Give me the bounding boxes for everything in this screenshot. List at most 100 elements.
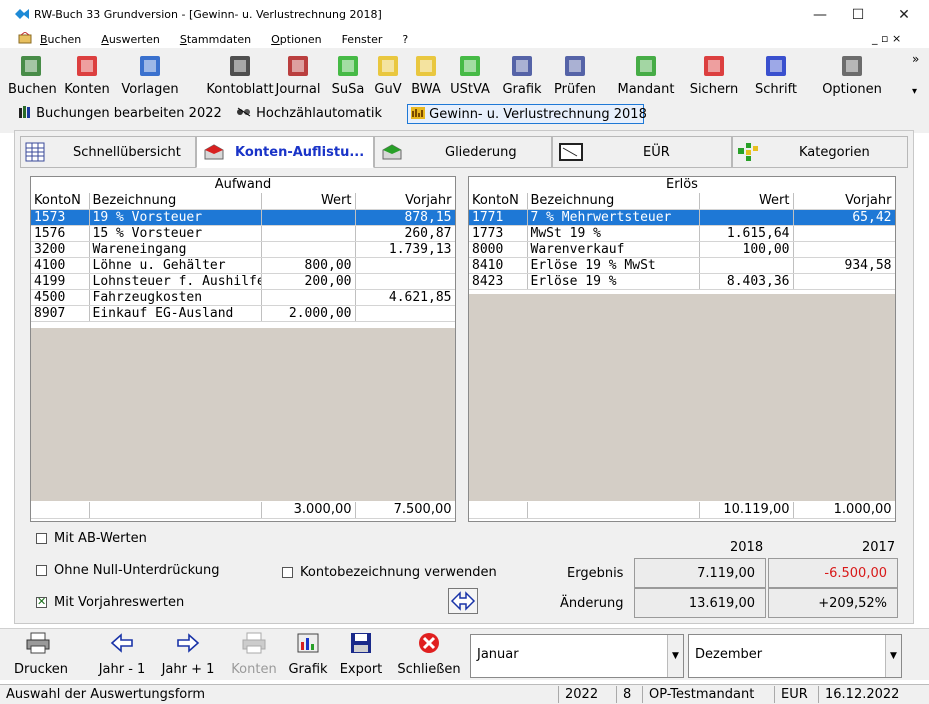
result-year-current: 2018 bbox=[730, 540, 764, 555]
menu-stammdaten[interactable]: Stammdaten bbox=[180, 33, 251, 46]
column-header[interactable]: Vorjahr bbox=[793, 193, 895, 210]
table-row[interactable]: 1573 19 % Vorsteuer 878,15 bbox=[31, 209, 455, 226]
doc-tab-buchungen[interactable]: Buchungen bearbeiten 2022 bbox=[18, 104, 222, 124]
table-cell: 8423 bbox=[469, 273, 528, 290]
toolbar-grafik-button[interactable]: Grafik bbox=[496, 52, 548, 104]
column-header[interactable]: KontoN bbox=[469, 193, 528, 210]
arrow-left-icon bbox=[110, 633, 133, 653]
maximize-button[interactable]: ☐ bbox=[840, 4, 876, 26]
kontobezeichnung-checkbox[interactable]: Kontobezeichnung verwenden bbox=[282, 565, 497, 581]
tab-eur[interactable]: EÜR bbox=[552, 136, 732, 168]
mit-ab-werten-checkbox[interactable]: Mit AB-Werten bbox=[36, 531, 147, 547]
guv-report-icon bbox=[378, 56, 398, 76]
toolbar-mandant-button[interactable]: Mandant bbox=[610, 52, 682, 104]
chevron-down-icon[interactable]: ▼ bbox=[885, 635, 901, 677]
toolbar-ustva-button[interactable]: UStVA bbox=[444, 52, 496, 104]
table-cell: MwSt 19 % bbox=[527, 225, 700, 242]
column-header[interactable]: KontoN bbox=[31, 193, 90, 210]
column-header[interactable]: Bezeichnung bbox=[527, 193, 700, 210]
toolbar-schrift-button[interactable]: Schrift bbox=[746, 52, 806, 104]
swap-button[interactable] bbox=[448, 588, 478, 614]
from-month-select[interactable]: Januar ▼ bbox=[470, 634, 684, 678]
table-row[interactable]: 8410 Erlöse 19 % MwSt 934,58 bbox=[469, 257, 895, 274]
toolbar-bwa-button[interactable]: BWA bbox=[406, 52, 446, 104]
button-label: Grafik bbox=[288, 662, 328, 677]
menu-buchen[interactable]: Buchen bbox=[40, 33, 81, 46]
grafik-button[interactable]: Grafik bbox=[284, 632, 332, 678]
erloes-total-wert: 10.119,00 bbox=[699, 502, 794, 519]
ergebnis-previous: -6.500,00 bbox=[768, 558, 898, 588]
checkbox-box[interactable] bbox=[36, 595, 47, 608]
column-header[interactable]: Wert bbox=[699, 193, 794, 210]
toolbar-susa-button[interactable]: SuSa bbox=[328, 52, 368, 104]
table-cell: 1773 bbox=[469, 225, 528, 242]
aenderung-percent: +209,52% bbox=[768, 588, 898, 618]
table-row[interactable]: 1773 MwSt 19 % 1.615,64 bbox=[469, 225, 895, 242]
toolbar-kontoblatt-button[interactable]: Kontoblatt bbox=[202, 52, 278, 104]
toolbar-sichern-button[interactable]: Sichern bbox=[680, 52, 748, 104]
checkbox-box[interactable] bbox=[36, 533, 47, 544]
mit-vorjahreswerten-checkbox[interactable]: Mit Vorjahreswerten bbox=[36, 595, 184, 611]
schrift-icon bbox=[766, 56, 786, 76]
table-row[interactable]: 1771 7 % Mehrwertsteuer 65,42 bbox=[469, 209, 895, 226]
doc-tab-guv[interactable]: Gewinn- u. Verlustrechnung 2018 bbox=[407, 104, 647, 124]
toolbar-vorlagen-button[interactable]: Vorlagen bbox=[112, 52, 188, 104]
accounts-box-icon bbox=[204, 144, 224, 160]
menu-fenster[interactable]: Fenster bbox=[342, 33, 383, 46]
table-row[interactable]: 4500 Fahrzeugkosten 4.621,85 bbox=[31, 289, 455, 306]
doc-tab-label: Hochzählautomatik bbox=[256, 106, 383, 121]
tab-konten-auflistung[interactable]: Konten-Auflistu... bbox=[196, 136, 374, 168]
toolbar-konten-button[interactable]: Konten bbox=[58, 52, 116, 104]
table-row[interactable]: 3200 Wareneingang 1.739,13 bbox=[31, 241, 455, 258]
table-row[interactable]: 4100 Löhne u. Gehälter 800,00 bbox=[31, 257, 455, 274]
table-row[interactable]: 1576 15 % Vorsteuer 260,87 bbox=[31, 225, 455, 242]
doc-tab-hochzaehl[interactable]: Hochzählautomatik bbox=[236, 104, 382, 124]
schliessen-button[interactable]: Schließen bbox=[394, 632, 464, 678]
toolbar-overflow-icon[interactable]: » bbox=[912, 52, 919, 66]
table-cell: 8.403,36 bbox=[699, 273, 794, 290]
minimize-button[interactable]: — bbox=[802, 4, 838, 26]
column-header[interactable]: Bezeichnung bbox=[89, 193, 262, 210]
mdi-document-icon bbox=[18, 32, 32, 44]
table-row[interactable]: 8423 Erlöse 19 % 8.403,36 bbox=[469, 273, 895, 290]
table-cell: Wareneingang bbox=[89, 241, 262, 258]
checkbox-box[interactable] bbox=[36, 565, 47, 576]
column-header[interactable]: Vorjahr bbox=[355, 193, 455, 210]
to-month-select[interactable]: Dezember ▼ bbox=[688, 634, 902, 678]
outline-box-icon bbox=[382, 144, 402, 160]
tab-schnelluebersicht[interactable]: Schnellübersicht bbox=[20, 136, 196, 168]
tab-kategorien[interactable]: Kategorien bbox=[732, 136, 908, 168]
printer-icon bbox=[26, 632, 50, 654]
toolbar-prfen-button[interactable]: Prüfen bbox=[548, 52, 602, 104]
table-row[interactable]: 8000 Warenverkauf 100,00 bbox=[469, 241, 895, 258]
grafik-icon bbox=[512, 56, 532, 76]
menu-help[interactable]: ? bbox=[402, 33, 408, 46]
toolbar-more-icon[interactable]: ▾ bbox=[912, 86, 917, 97]
ohne-null-checkbox[interactable]: Ohne Null-Unterdrückung bbox=[36, 563, 220, 579]
toolbar-journal-button[interactable]: Journal bbox=[268, 52, 328, 104]
drucken-button[interactable]: Drucken bbox=[14, 632, 68, 678]
toolbar-guv-button[interactable]: GuV bbox=[370, 52, 406, 104]
menu-auswerten[interactable]: Auswerten bbox=[101, 33, 160, 46]
menu-optionen[interactable]: Optionen bbox=[271, 33, 321, 46]
table-row[interactable]: 4199 Lohnsteuer f. Aushilfen 200,00 bbox=[31, 273, 455, 290]
status-hint: Auswahl der Auswertungsform bbox=[6, 687, 206, 702]
export-button[interactable]: Export bbox=[336, 632, 386, 678]
jahr-minus-button[interactable]: Jahr - 1 bbox=[90, 632, 154, 678]
close-window-button[interactable]: ✕ bbox=[886, 4, 922, 26]
kontoblatt-icon bbox=[230, 56, 250, 76]
konten-button[interactable]: Konten bbox=[228, 632, 280, 678]
toolbar-optionen-button[interactable]: Optionen bbox=[816, 52, 888, 104]
checkbox-box[interactable] bbox=[282, 567, 293, 578]
table-cell: 2.000,00 bbox=[261, 305, 356, 322]
table-cell: Einkauf EG-Ausland bbox=[89, 305, 262, 322]
ergebnis-label: Ergebnis bbox=[567, 566, 624, 581]
chevron-down-icon[interactable]: ▼ bbox=[667, 635, 683, 677]
table-cell: 1576 bbox=[31, 225, 90, 242]
toolbar-buchen-button[interactable]: Buchen bbox=[8, 52, 57, 104]
column-header[interactable]: Wert bbox=[261, 193, 356, 210]
jahr-plus-button[interactable]: Jahr + 1 bbox=[156, 632, 220, 678]
mdi-controls[interactable]: _ ▫ × bbox=[872, 32, 901, 45]
tab-gliederung[interactable]: Gliederung bbox=[374, 136, 552, 168]
table-row[interactable]: 8907 Einkauf EG-Ausland 2.000,00 bbox=[31, 305, 455, 322]
